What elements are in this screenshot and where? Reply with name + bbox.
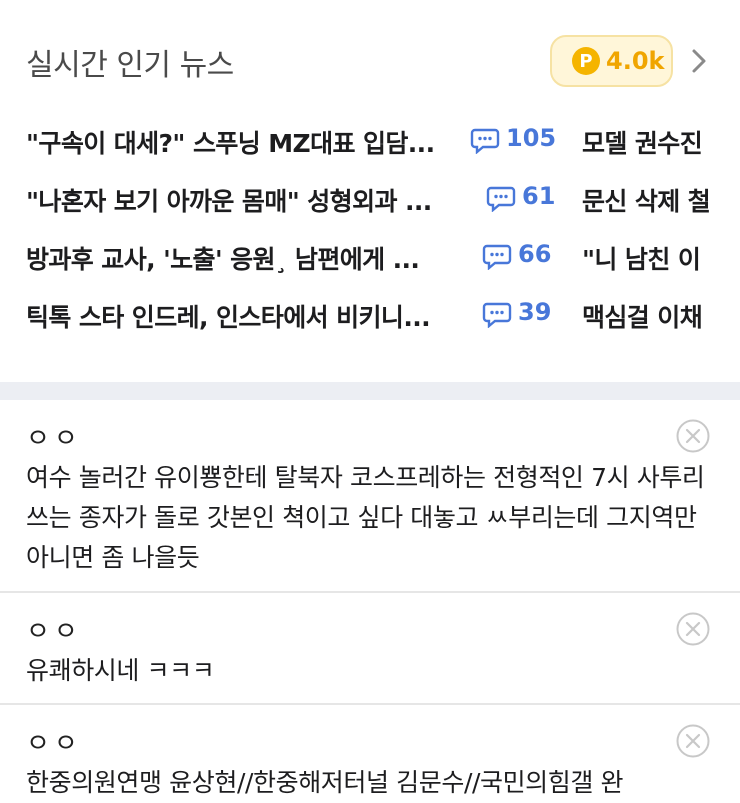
comment-item: ㅇㅇ 여수 놀러간 유이뿅한테 탈북자 코스프레하는 전형적인 7시 사투리쓰는… (0, 400, 740, 593)
comment-icon (470, 128, 500, 154)
comment-author: ㅇㅇ (26, 424, 82, 454)
news-title-secondary[interactable]: 모델 권수진 (582, 124, 740, 160)
point-value: 4.0k (606, 47, 665, 75)
comment-text: 한중의원연맹 윤상현//한중해저터널 김문수//국민의힘갤 완 (26, 768, 624, 797)
section-title: 실시간 인기 뉴스 (26, 48, 234, 83)
point-coin-icon: P (572, 47, 600, 75)
comment-text: 유쾌하시네 ㅋㅋㅋ (26, 656, 215, 685)
close-icon[interactable] (675, 723, 711, 759)
comment-item: ㅇㅇ 유쾌하시네 ㅋㅋㅋ (0, 593, 740, 705)
comment-count: 39 (518, 298, 552, 326)
comment-icon (482, 302, 512, 328)
news-item[interactable]: "구속이 대세?" 스푸닝 MZ대표 입담... 105 모델 권수진 (0, 118, 740, 162)
comment-text: 여수 놀러간 유이뿅한테 탈북자 코스프레하는 전형적인 7시 사투리쓰는 종자… (26, 463, 705, 572)
section-divider (0, 382, 740, 400)
comment-author: ㅇㅇ (26, 729, 82, 759)
close-icon[interactable] (675, 611, 711, 647)
comment-count: 61 (522, 182, 556, 210)
comment-icon (482, 244, 512, 270)
news-title-secondary[interactable]: 문신 삭제 철 (582, 182, 740, 218)
comment-count: 66 (518, 240, 552, 268)
comment-count: 105 (506, 124, 557, 152)
news-title[interactable]: "나혼자 보기 아까운 몸매" 성형외과 ... (26, 182, 466, 218)
comment-item: ㅇㅇ 한중의원연맹 윤상현//한중해저터널 김문수//국민의힘갤 완 (0, 705, 740, 802)
news-item[interactable]: 방과후 교사, '노출' 응원¸ 남편에게 ... 66 "니 남친 이 (0, 234, 740, 278)
comment-author: ㅇㅇ (26, 617, 82, 647)
news-item[interactable]: 틱톡 스타 인드레, 인스타에서 비키니... 39 맥심걸 이채 (0, 292, 740, 336)
news-title[interactable]: 방과후 교사, '노출' 응원¸ 남편에게 ... (26, 240, 466, 276)
point-badge[interactable]: P 4.0k (550, 35, 673, 87)
news-header: 실시간 인기 뉴스 P 4.0k (0, 0, 740, 118)
news-item[interactable]: "나혼자 보기 아까운 몸매" 성형외과 ... 61 문신 삭제 철 (0, 176, 740, 220)
news-title[interactable]: 틱톡 스타 인드레, 인스타에서 비키니... (26, 298, 466, 334)
news-list: "구속이 대세?" 스푸닝 MZ대표 입담... 105 모델 권수진 "나혼자… (0, 118, 740, 348)
news-title-secondary[interactable]: 맥심걸 이채 (582, 298, 740, 334)
news-title[interactable]: "구속이 대세?" 스푸닝 MZ대표 입담... (26, 124, 466, 160)
comment-icon (486, 186, 516, 212)
news-title-secondary[interactable]: "니 남친 이 (582, 240, 740, 276)
close-icon[interactable] (675, 418, 711, 454)
chevron-right-icon[interactable] (686, 45, 712, 77)
